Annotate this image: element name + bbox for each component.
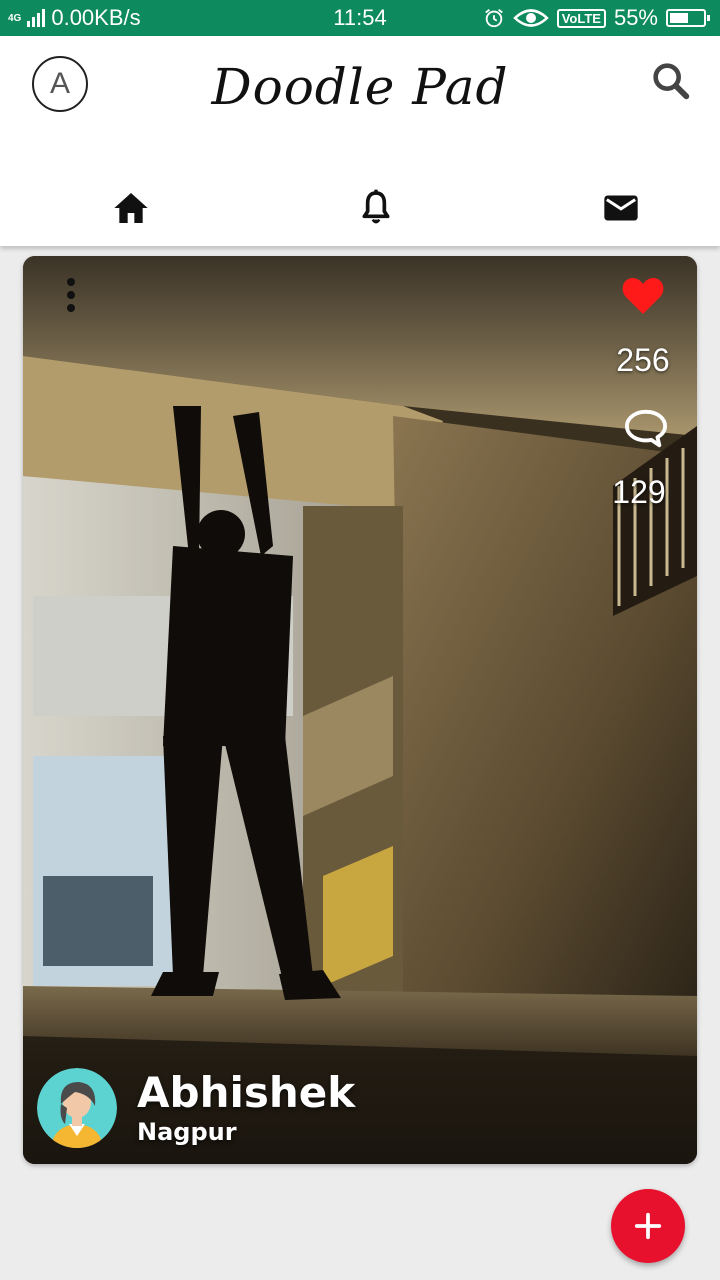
- post-card[interactable]: 256 129 Abhishek Nagpur: [23, 256, 697, 1164]
- home-icon: [114, 193, 148, 223]
- comment-button[interactable]: [623, 408, 669, 450]
- user-avatar-icon: [37, 1068, 117, 1148]
- like-count: 256: [616, 342, 670, 378]
- like-button[interactable]: [619, 272, 667, 318]
- search-button[interactable]: [648, 58, 694, 104]
- status-left: 4G 0.00KB/s: [8, 0, 141, 36]
- volte-badge: VoLTE: [556, 8, 606, 28]
- post-author-name[interactable]: Abhishek: [137, 1068, 355, 1117]
- post-photo: [23, 256, 697, 1164]
- mail-icon: [604, 195, 638, 221]
- bell-icon: [362, 189, 390, 224]
- nav-messages[interactable]: [599, 186, 643, 230]
- battery-percent: 55%: [613, 5, 658, 30]
- eye-icon: [512, 9, 549, 27]
- status-bar: 4G 0.00KB/s 11:54 VoLTE 55%: [0, 0, 720, 36]
- battery-level: [670, 13, 688, 23]
- nav-bar: [0, 176, 720, 236]
- add-post-button[interactable]: [611, 1189, 685, 1263]
- network-type: 4G: [8, 12, 22, 24]
- battery-icon: [666, 9, 710, 27]
- menu-dot: [67, 278, 75, 286]
- plus-icon: [634, 1212, 662, 1240]
- profile-button[interactable]: A: [32, 56, 88, 112]
- menu-dot: [67, 304, 75, 312]
- app-header: A Doodle Pad: [0, 36, 720, 246]
- app-title: Doodle Pad: [211, 58, 509, 116]
- heart-icon: [622, 277, 664, 314]
- post-options-button[interactable]: [55, 274, 87, 316]
- nav-home[interactable]: [109, 186, 153, 230]
- alarm-icon: [484, 9, 503, 28]
- data-rate: 0.00KB/s: [51, 5, 141, 30]
- menu-dot: [67, 291, 75, 299]
- nav-notifications[interactable]: [354, 186, 398, 230]
- comment-count: 129: [612, 474, 666, 510]
- comment-icon: [625, 409, 667, 448]
- post-author-location: Nagpur: [137, 1118, 237, 1146]
- avatar[interactable]: [37, 1068, 117, 1148]
- status-right: VoLTE 55%: [483, 0, 710, 36]
- search-icon: [653, 63, 690, 100]
- signal-icon: [27, 9, 46, 27]
